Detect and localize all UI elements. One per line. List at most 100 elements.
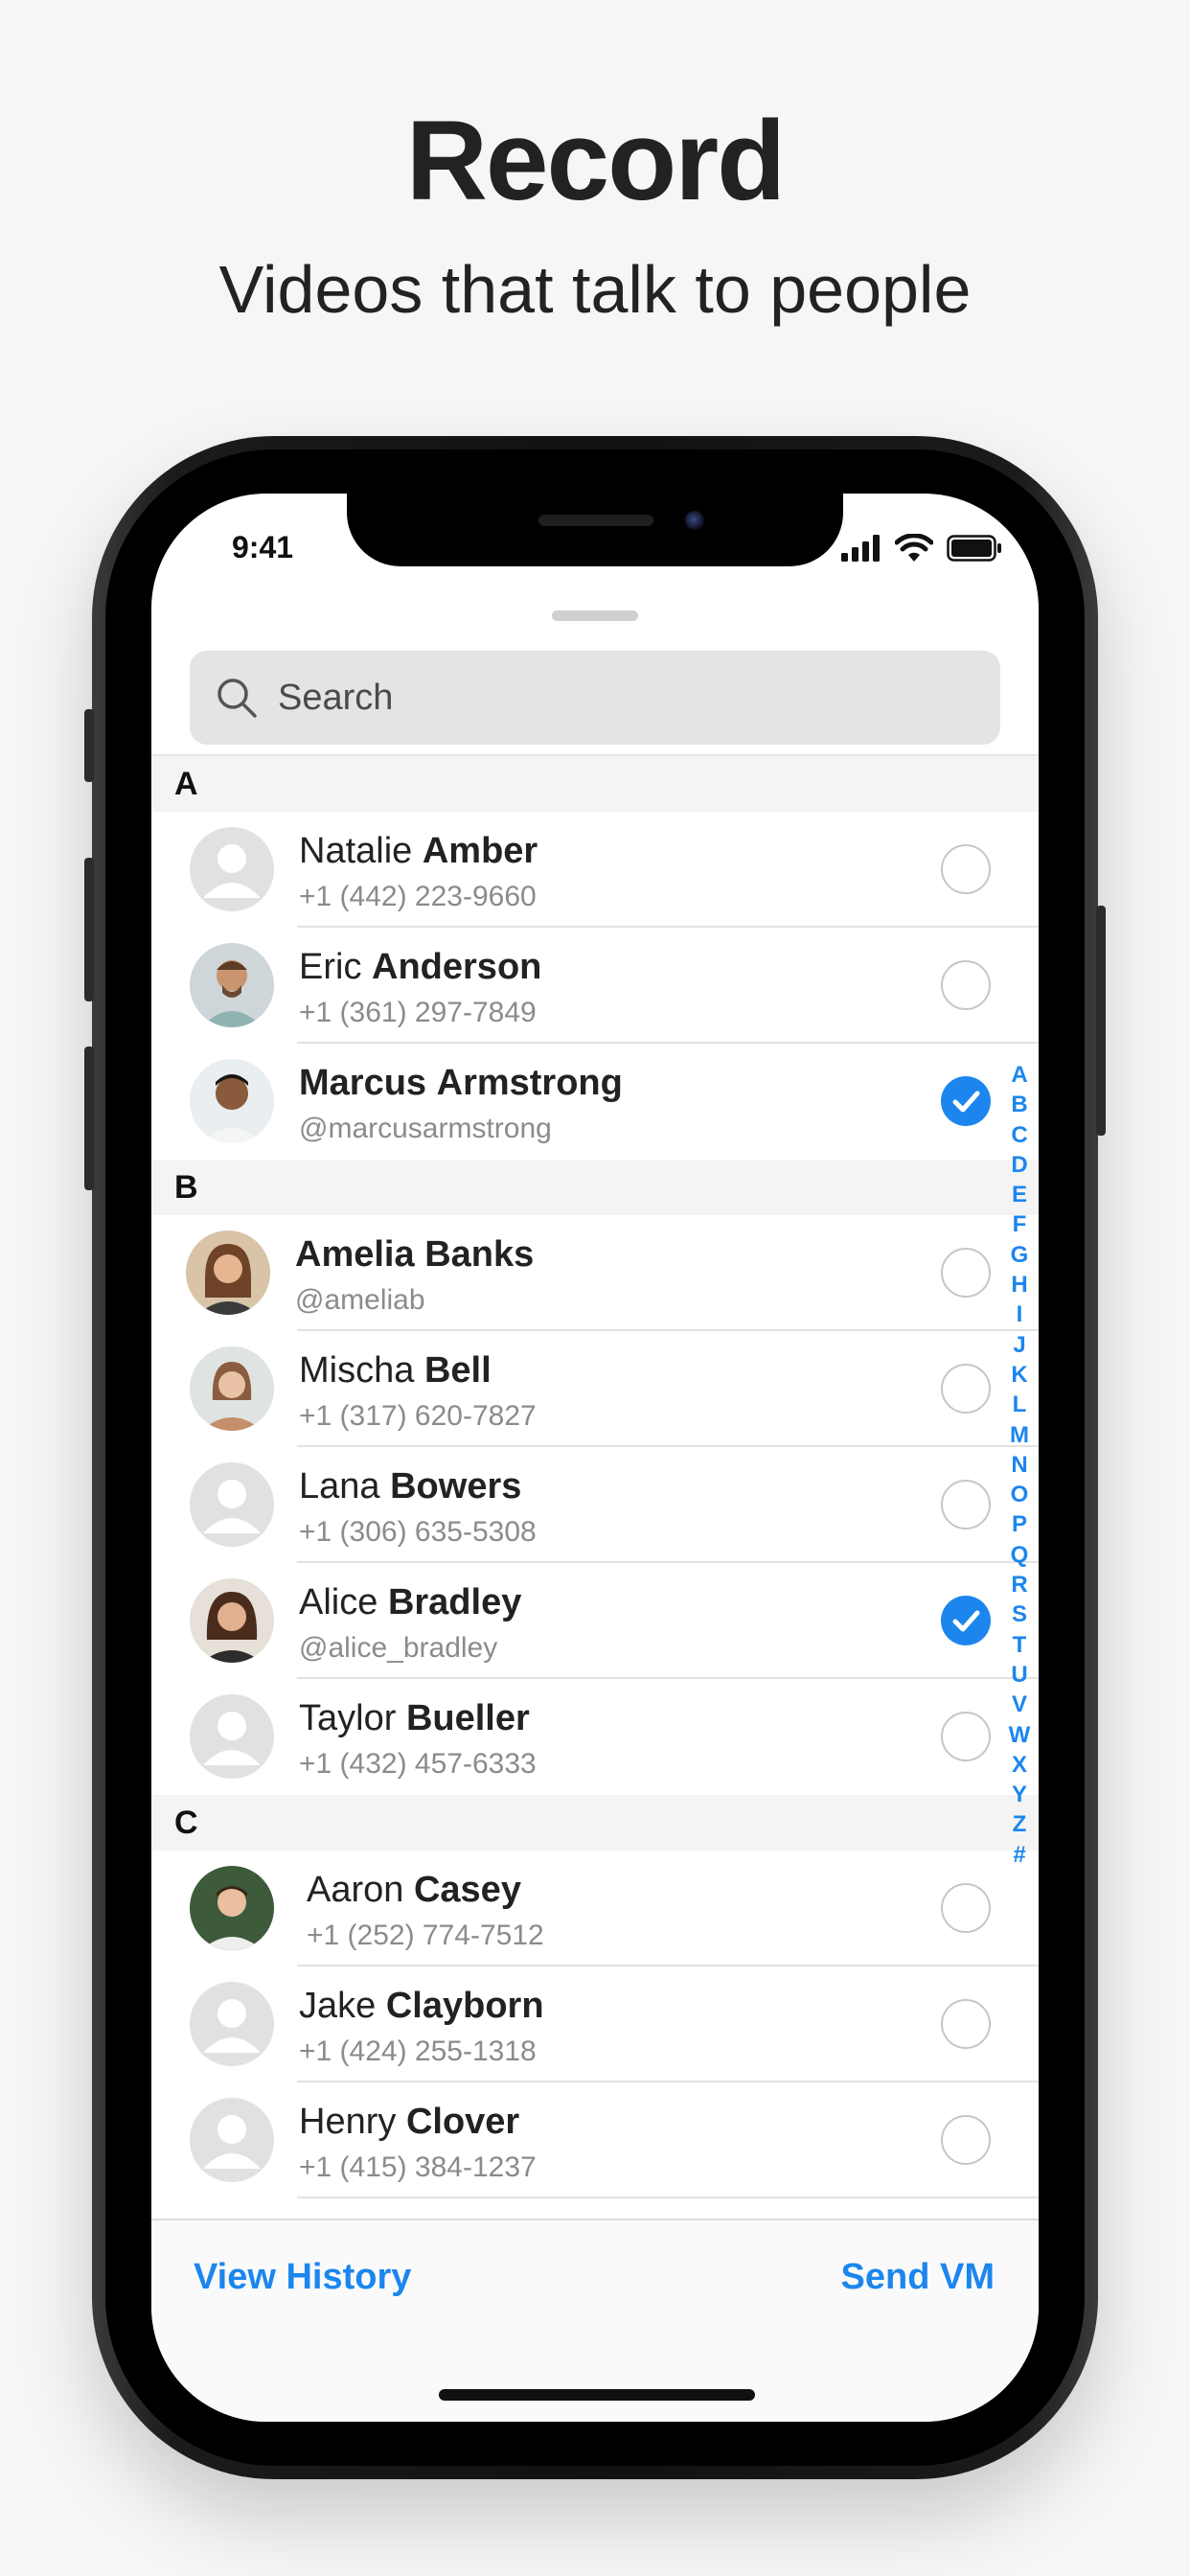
contact-detail: @ameliab [295, 1284, 425, 1316]
index-letter[interactable]: N [1011, 1450, 1027, 1480]
index-letter[interactable]: A [1011, 1060, 1027, 1090]
search-icon [217, 678, 257, 718]
avatar-placeholder [190, 827, 274, 911]
checkmark-icon [952, 1091, 980, 1113]
contact-row[interactable]: Marcus Armstrong @marcusarmstrong [151, 1044, 1039, 1160]
avatar [186, 1230, 270, 1315]
contact-detail: +1 (424) 255-1318 [299, 2036, 537, 2067]
battery-icon [947, 535, 1001, 562]
volume-down-button [84, 1046, 94, 1190]
sheet-grabber[interactable] [552, 610, 638, 621]
index-letter[interactable]: # [1013, 1840, 1025, 1870]
index-letter[interactable]: F [1013, 1209, 1027, 1239]
volume-up-button [84, 858, 94, 1001]
select-checkbox[interactable] [941, 1999, 991, 2049]
index-letter[interactable]: H [1011, 1270, 1027, 1300]
contact-name: Aaron Casey [307, 1870, 521, 1910]
contact-row[interactable]: Natalie Amber +1 (442) 223-9660 [151, 812, 1039, 928]
contact-detail: +1 (317) 620-7827 [299, 1400, 537, 1432]
select-checkbox[interactable] [941, 1248, 991, 1298]
contact-name: Marcus Armstrong [299, 1063, 623, 1103]
contact-detail: @marcusarmstrong [299, 1113, 552, 1144]
contact-name: Lana Bowers [299, 1466, 522, 1506]
index-letter[interactable]: E [1012, 1180, 1027, 1209]
avatar-placeholder [190, 1462, 274, 1547]
index-letter[interactable]: V [1012, 1690, 1027, 1719]
select-checkbox[interactable] [941, 1883, 991, 1933]
contact-name: Taylor Bueller [299, 1698, 530, 1738]
select-checkbox-checked[interactable] [941, 1596, 991, 1645]
contact-detail: +1 (252) 774-7512 [307, 1920, 544, 1951]
avatar-placeholder [190, 1982, 274, 2066]
index-letter[interactable]: C [1011, 1120, 1027, 1150]
avatar [190, 943, 274, 1027]
contact-name: Henry Clover [299, 2102, 520, 2142]
power-button [1096, 906, 1106, 1136]
contact-name: Alice Bradley [299, 1582, 522, 1622]
contact-detail: +1 (415) 384-1237 [299, 2151, 537, 2183]
contact-row[interactable]: Taylor Bueller +1 (432) 457-6333 [151, 1679, 1039, 1795]
avatar-placeholder [190, 2098, 274, 2182]
select-checkbox[interactable] [941, 1480, 991, 1530]
index-letter[interactable]: T [1013, 1630, 1027, 1660]
contact-row[interactable]: Eric Anderson +1 (361) 297-7849 [151, 928, 1039, 1044]
index-letter[interactable]: W [1009, 1720, 1031, 1750]
index-letter[interactable]: S [1012, 1599, 1027, 1629]
index-letter[interactable]: Z [1013, 1809, 1027, 1839]
avatar [190, 1578, 274, 1663]
contact-row[interactable]: Amelia Banks @ameliab [151, 1215, 1039, 1331]
app-screen: 9:41 Search A Natalie Amber +1 (442) 223… [151, 494, 1039, 2422]
select-checkbox[interactable] [941, 1364, 991, 1414]
contact-row[interactable]: Mischa Bell +1 (317) 620-7827 [151, 1331, 1039, 1447]
select-checkbox-checked[interactable] [941, 1076, 991, 1126]
index-letter[interactable]: Q [1011, 1540, 1029, 1570]
index-letter[interactable]: J [1013, 1330, 1025, 1360]
index-letter[interactable]: X [1012, 1750, 1027, 1780]
signal-icon [841, 535, 880, 562]
view-history-button[interactable]: View History [194, 2257, 411, 2298]
avatar [190, 1059, 274, 1143]
contact-row[interactable]: Jake Clayborn +1 (424) 255-1318 [151, 1966, 1039, 2082]
avatar-placeholder [190, 1694, 274, 1779]
contact-detail: +1 (361) 297-7849 [299, 997, 537, 1028]
send-vm-button[interactable]: Send VM [841, 2257, 995, 2298]
home-indicator[interactable] [439, 2389, 755, 2401]
contact-name: Natalie Amber [299, 831, 538, 871]
index-letter[interactable]: G [1011, 1240, 1029, 1270]
contact-detail: +1 (432) 457-6333 [299, 1748, 537, 1780]
index-letter[interactable]: K [1011, 1360, 1027, 1390]
contact-detail: +1 (306) 635-5308 [299, 1516, 537, 1548]
select-checkbox[interactable] [941, 844, 991, 894]
index-letter[interactable]: U [1011, 1660, 1027, 1690]
search-field[interactable]: Search [190, 651, 1000, 745]
headline: Record [405, 98, 787, 224]
contact-row[interactable]: Alice Bradley @alice_bradley [151, 1563, 1039, 1679]
index-letter[interactable]: B [1011, 1090, 1027, 1119]
select-checkbox[interactable] [941, 1712, 991, 1761]
contact-row[interactable]: Aaron Casey +1 (252) 774-7512 [151, 1851, 1039, 1966]
index-letter[interactable]: D [1011, 1150, 1027, 1180]
section-header-b: B [151, 1160, 1039, 1215]
index-letter[interactable]: Y [1012, 1780, 1027, 1809]
avatar [190, 1346, 274, 1431]
contact-name: Jake Clayborn [299, 1986, 544, 2026]
status-icons [841, 532, 1002, 564]
index-letter[interactable]: R [1011, 1570, 1027, 1599]
select-checkbox[interactable] [941, 960, 991, 1010]
section-header-a: A [151, 756, 1039, 812]
index-letter[interactable]: O [1011, 1480, 1029, 1509]
index-letter[interactable]: L [1013, 1390, 1027, 1419]
contact-detail: @alice_bradley [299, 1632, 498, 1664]
contact-row[interactable]: Henry Clover +1 (415) 384-1237 [151, 2082, 1039, 2198]
alphabet-index[interactable]: A B C D E F G H I J K L M N O P Q R S T … [1008, 1060, 1031, 1870]
subheadline: Videos that talk to people [218, 252, 972, 327]
contact-list[interactable]: A Natalie Amber +1 (442) 223-9660 Eric A… [151, 756, 1039, 2198]
index-letter[interactable]: I [1017, 1300, 1023, 1329]
index-letter[interactable]: M [1010, 1420, 1029, 1450]
select-checkbox[interactable] [941, 2115, 991, 2165]
contact-detail: +1 (442) 223-9660 [299, 881, 537, 912]
contact-name: Eric Anderson [299, 947, 542, 987]
index-letter[interactable]: P [1012, 1509, 1027, 1539]
checkmark-icon [952, 1610, 980, 1632]
contact-row[interactable]: Lana Bowers +1 (306) 635-5308 [151, 1447, 1039, 1563]
